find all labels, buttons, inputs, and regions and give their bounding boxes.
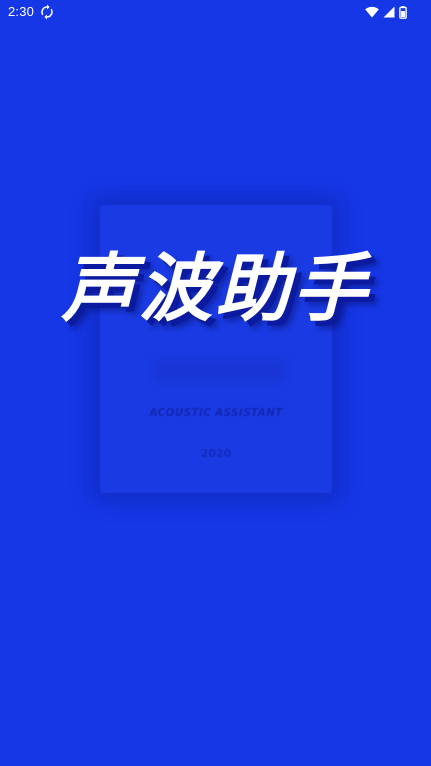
status-right-icons [365, 4, 407, 20]
status-bar: 2:30 [0, 0, 431, 24]
signal-icon [383, 6, 395, 18]
app-year: 2020 [200, 447, 232, 460]
splash-screen: 2:30 ACOUSTIC ASSISTANT 2020 声波助手 [0, 0, 431, 766]
card-ghost-text [155, 360, 285, 382]
battery-icon [399, 5, 407, 19]
app-subtitle: ACOUSTIC ASSISTANT [149, 407, 283, 419]
sync-icon [40, 4, 54, 20]
app-title: 声波助手 [61, 246, 370, 332]
wifi-icon [365, 6, 379, 18]
status-time: 2:30 [8, 4, 35, 19]
